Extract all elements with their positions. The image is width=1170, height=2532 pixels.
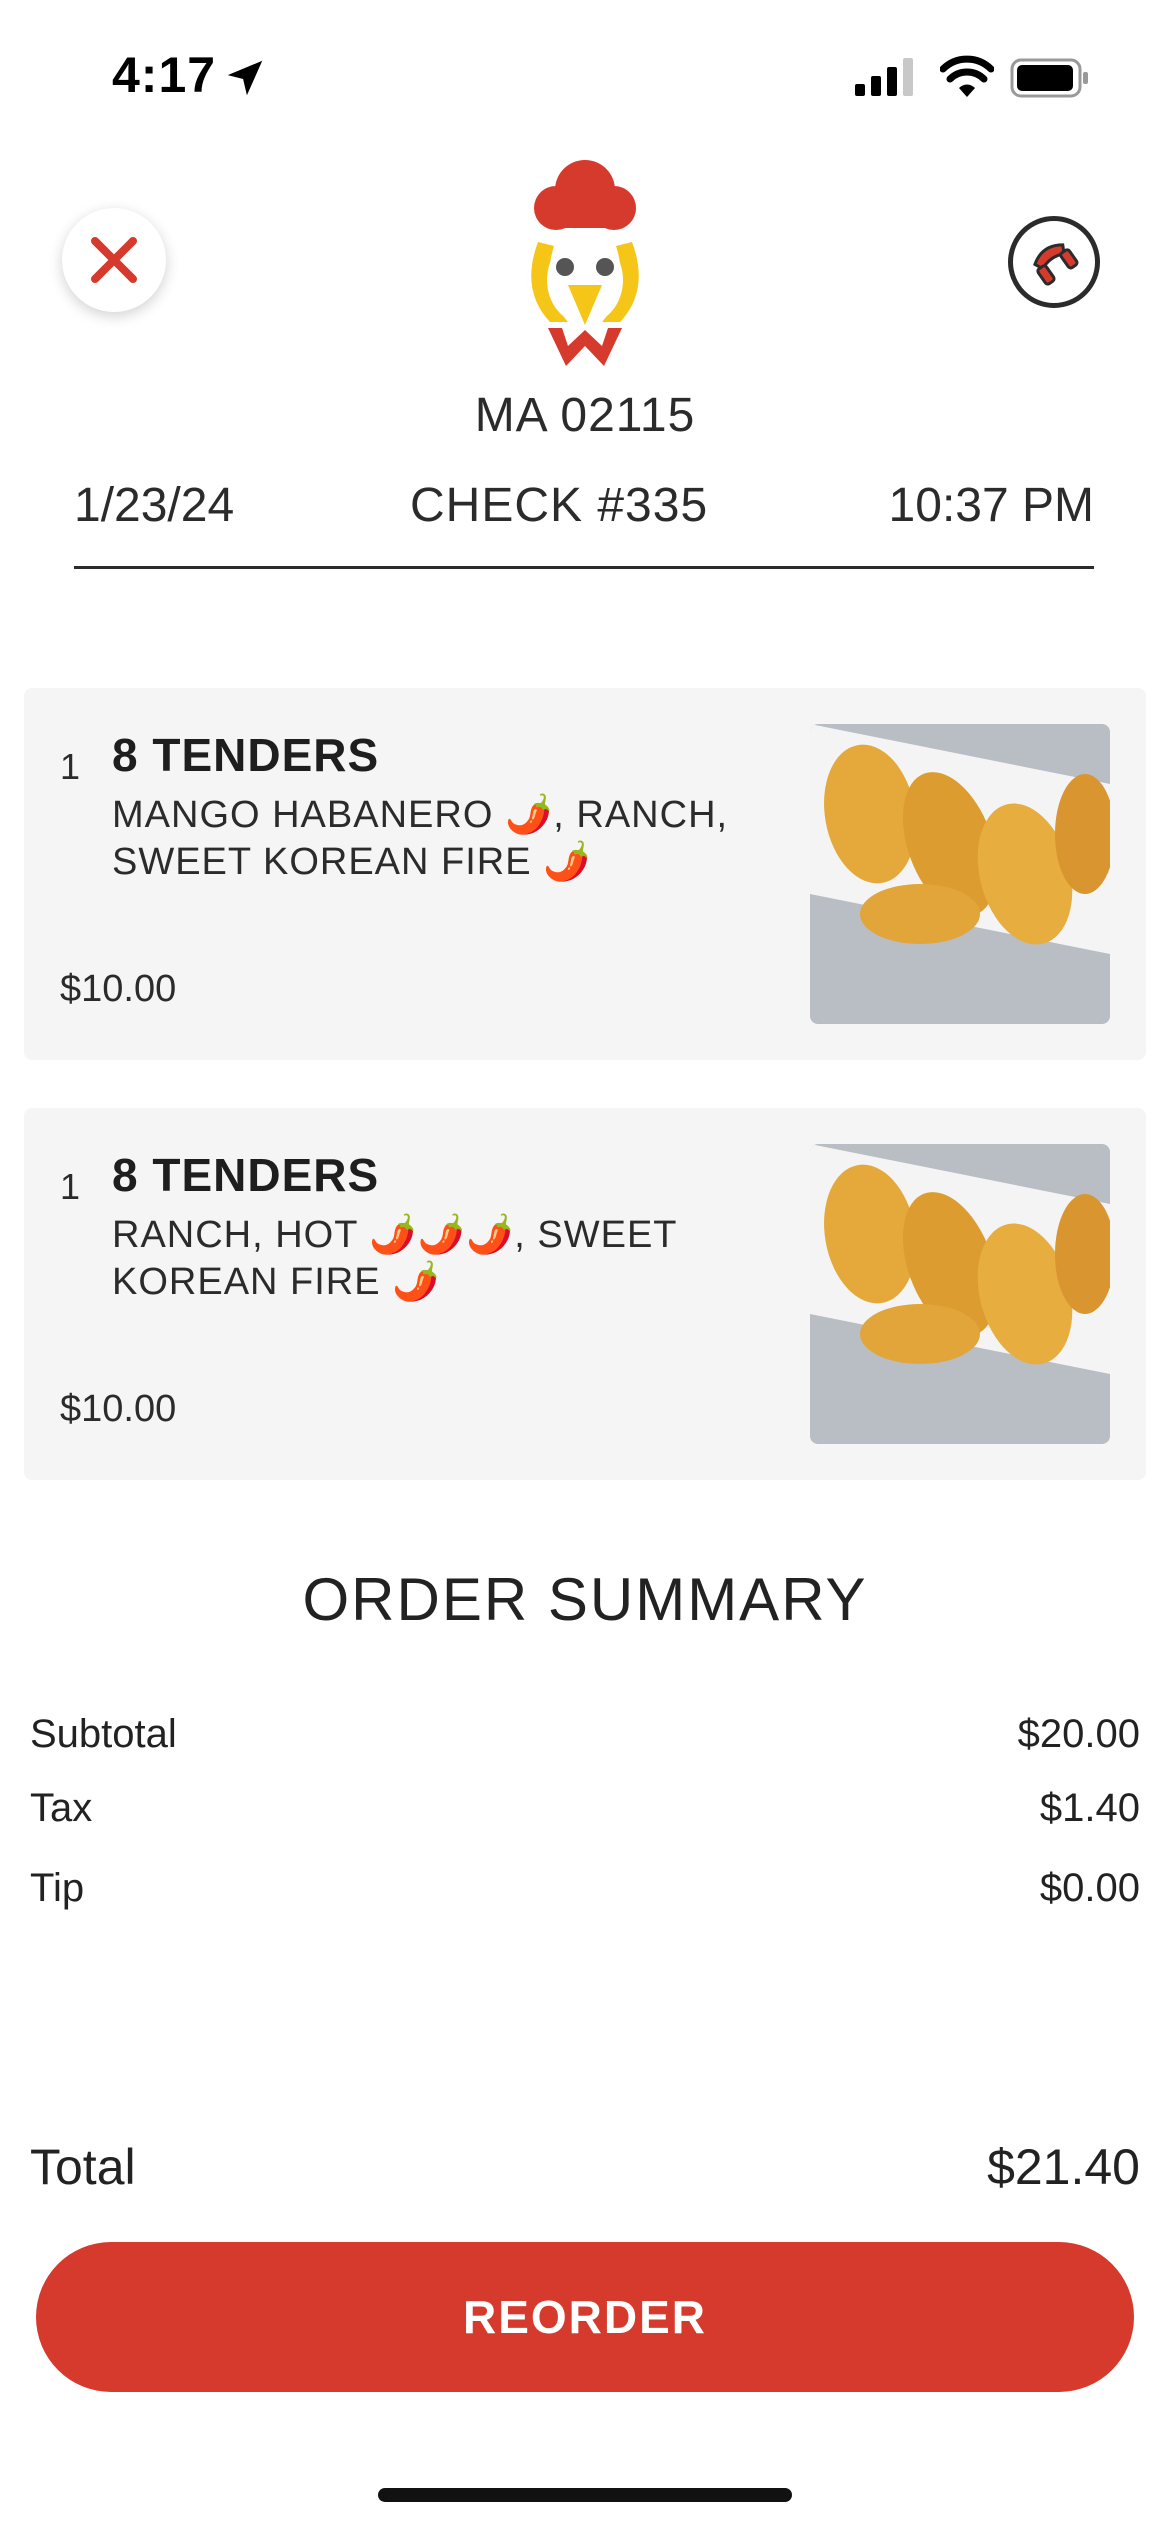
- tip-label: Tip: [30, 1866, 85, 1910]
- modifier-text: RANCH, HOT: [112, 1214, 370, 1256]
- home-indicator[interactable]: [378, 2488, 792, 2502]
- modifier-text: MANGO HABANERO: [112, 794, 505, 836]
- item-price: $10.00: [60, 1388, 177, 1430]
- item-thumbnail: [810, 1144, 1110, 1444]
- close-icon: [91, 237, 137, 283]
- item-name: 8 TENDERS: [112, 729, 380, 781]
- tax-value: $1.40: [1039, 1786, 1140, 1830]
- order-item[interactable]: 1 8 TENDERS MANGO HABANERO 🌶️, RANCH, SW…: [24, 688, 1146, 1060]
- phone-icon: [1033, 243, 1079, 286]
- tax-label: Tax: [30, 1786, 93, 1830]
- item-price: $10.00: [60, 968, 177, 1010]
- item-quantity: 1: [60, 746, 81, 787]
- total-label: Total: [30, 2139, 136, 2195]
- close-button[interactable]: [62, 208, 166, 312]
- item-modifiers: RANCH, HOT 🌶️🌶️🌶️, SWEET KOREAN FIRE 🌶️: [112, 1212, 792, 1306]
- brand-logo: [531, 160, 639, 366]
- reorder-button[interactable]: REORDER: [36, 2242, 1134, 2392]
- order-item[interactable]: 1 8 TENDERS RANCH, HOT 🌶️🌶️🌶️, SWEET KOR…: [24, 1108, 1146, 1480]
- pepper-icon: 🌶️: [392, 1261, 441, 1303]
- order-date: 1/23/24: [74, 479, 235, 532]
- tip-value: $0.00: [1039, 1866, 1140, 1910]
- subtotal-label: Subtotal: [30, 1712, 177, 1756]
- wifi-icon: [940, 55, 994, 97]
- subtotal-value: $20.00: [1017, 1712, 1140, 1756]
- call-button[interactable]: [1008, 216, 1100, 308]
- order-time: 10:37 PM: [888, 479, 1094, 532]
- location-arrow-icon: [227, 60, 263, 96]
- signal-icon: [855, 58, 913, 96]
- pepper-icon: 🌶️: [504, 794, 554, 836]
- header-divider: [74, 566, 1094, 569]
- item-name: 8 TENDERS: [112, 1149, 380, 1201]
- battery-icon: [1010, 58, 1088, 98]
- pepper-icon: 🌶️🌶️🌶️: [369, 1214, 515, 1256]
- pepper-icon: 🌶️: [543, 841, 592, 883]
- item-thumbnail: [810, 724, 1110, 1024]
- total-value: $21.40: [987, 2139, 1140, 2195]
- check-number: CHECK #335: [410, 479, 709, 532]
- summary-title: ORDER SUMMARY: [302, 1566, 868, 1633]
- item-quantity: 1: [60, 1166, 81, 1207]
- status-time: 4:17: [112, 47, 217, 103]
- item-modifiers: MANGO HABANERO 🌶️, RANCH, SWEET KOREAN F…: [112, 792, 792, 886]
- store-zip: MA 02115: [474, 389, 696, 442]
